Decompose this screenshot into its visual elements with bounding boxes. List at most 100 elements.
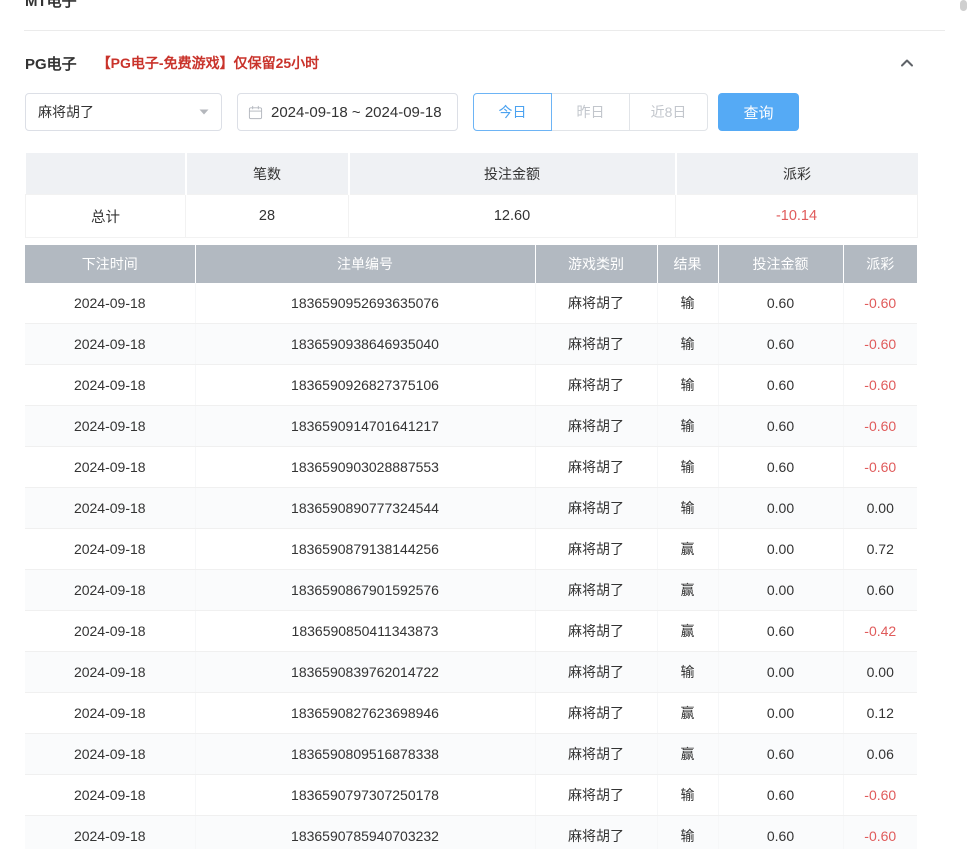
column-header-payout: 派彩 bbox=[843, 245, 917, 283]
bet-amount-cell: 0.60 bbox=[718, 775, 843, 816]
result-cell: 赢 bbox=[657, 570, 718, 611]
calendar-icon bbox=[248, 105, 263, 120]
section-notice: 【PG电子-免费游戏】仅保留25小时 bbox=[97, 53, 319, 73]
summary-payout-value: -10.14 bbox=[676, 195, 918, 238]
section-divider bbox=[24, 30, 945, 31]
bet-amount-cell: 0.00 bbox=[718, 652, 843, 693]
bet-time-cell: 2024-09-18 bbox=[25, 693, 195, 734]
order-id-cell: 1836590797307250178 bbox=[195, 775, 535, 816]
quick-filter-yesterday-button[interactable]: 昨日 bbox=[551, 93, 630, 131]
summary-header-bet-amount: 投注金额 bbox=[349, 153, 676, 195]
order-id-cell: 1836590914701641217 bbox=[195, 406, 535, 447]
collapse-section-button[interactable] bbox=[897, 53, 917, 73]
order-id-cell: 1836590938646935040 bbox=[195, 324, 535, 365]
bet-time-cell: 2024-09-18 bbox=[25, 324, 195, 365]
bet-time-cell: 2024-09-18 bbox=[25, 488, 195, 529]
bet-amount-cell: 0.60 bbox=[718, 611, 843, 652]
summary-header-count: 笔数 bbox=[186, 153, 349, 195]
bet-amount-cell: 0.60 bbox=[718, 816, 843, 849]
table-row: 2024-09-181836590867901592576麻将胡了赢0.000.… bbox=[25, 570, 917, 611]
bet-amount-cell: 0.60 bbox=[718, 324, 843, 365]
table-row: 2024-09-181836590879138144256麻将胡了赢0.000.… bbox=[25, 529, 917, 570]
column-header-game-type: 游戏类别 bbox=[535, 245, 657, 283]
summary-table: 笔数 投注金额 派彩 总计 28 12.60 -10.14 bbox=[25, 153, 918, 238]
result-cell: 赢 bbox=[657, 693, 718, 734]
order-id-cell: 1836590867901592576 bbox=[195, 570, 535, 611]
table-row: 2024-09-181836590797307250178麻将胡了输0.60-0… bbox=[25, 775, 917, 816]
summary-total-row: 总计 28 12.60 -10.14 bbox=[26, 195, 918, 238]
payout-cell: -0.60 bbox=[843, 775, 917, 816]
result-cell: 赢 bbox=[657, 611, 718, 652]
bet-amount-cell: 0.00 bbox=[718, 529, 843, 570]
payout-cell: 0.72 bbox=[843, 529, 917, 570]
game-type-cell: 麻将胡了 bbox=[535, 283, 657, 324]
bet-records-table: 下注时间注单编号游戏类别结果投注金额派彩 2024-09-18183659095… bbox=[25, 245, 917, 849]
payout-cell: 0.00 bbox=[843, 488, 917, 529]
date-range-value: 2024-09-18 ~ 2024-09-18 bbox=[271, 104, 442, 121]
payout-cell: 0.60 bbox=[843, 570, 917, 611]
game-type-cell: 麻将胡了 bbox=[535, 488, 657, 529]
search-button[interactable]: 查询 bbox=[718, 93, 799, 131]
pg-section-header: PG电子 【PG电子-免费游戏】仅保留25小时 bbox=[25, 50, 917, 76]
order-id-cell: 1836590879138144256 bbox=[195, 529, 535, 570]
result-cell: 输 bbox=[657, 324, 718, 365]
result-cell: 输 bbox=[657, 283, 718, 324]
date-range-input[interactable]: 2024-09-18 ~ 2024-09-18 bbox=[237, 93, 458, 131]
payout-cell: -0.60 bbox=[843, 324, 917, 365]
payout-cell: 0.00 bbox=[843, 652, 917, 693]
summary-header-row: 笔数 投注金额 派彩 bbox=[26, 153, 918, 195]
order-id-cell: 1836590839762014722 bbox=[195, 652, 535, 693]
summary-total-label: 总计 bbox=[26, 195, 186, 238]
result-cell: 赢 bbox=[657, 529, 718, 570]
game-type-cell: 麻将胡了 bbox=[535, 447, 657, 488]
column-header-result: 结果 bbox=[657, 245, 718, 283]
bet-time-cell: 2024-09-18 bbox=[25, 365, 195, 406]
table-row: 2024-09-181836590809516878338麻将胡了赢0.600.… bbox=[25, 734, 917, 775]
summary-header-payout: 派彩 bbox=[676, 153, 918, 195]
payout-cell: -0.60 bbox=[843, 365, 917, 406]
game-type-cell: 麻将胡了 bbox=[535, 324, 657, 365]
payout-cell: -0.60 bbox=[843, 816, 917, 849]
payout-cell: 0.06 bbox=[843, 734, 917, 775]
result-cell: 赢 bbox=[657, 734, 718, 775]
game-select[interactable]: 麻将胡了 bbox=[25, 93, 222, 131]
bet-time-cell: 2024-09-18 bbox=[25, 734, 195, 775]
table-row: 2024-09-181836590926827375106麻将胡了输0.60-0… bbox=[25, 365, 917, 406]
quick-filter-today-button[interactable]: 今日 bbox=[473, 93, 552, 131]
chevron-down-icon bbox=[199, 109, 209, 115]
order-id-cell: 1836590890777324544 bbox=[195, 488, 535, 529]
result-cell: 输 bbox=[657, 816, 718, 849]
order-id-cell: 1836590785940703232 bbox=[195, 816, 535, 849]
scrollbar-thumb[interactable] bbox=[960, 0, 967, 11]
payout-cell: -0.60 bbox=[843, 447, 917, 488]
bet-amount-cell: 0.60 bbox=[718, 734, 843, 775]
game-type-cell: 麻将胡了 bbox=[535, 406, 657, 447]
result-cell: 输 bbox=[657, 488, 718, 529]
table-row: 2024-09-181836590850411343873麻将胡了赢0.60-0… bbox=[25, 611, 917, 652]
game-type-cell: 麻将胡了 bbox=[535, 652, 657, 693]
order-id-cell: 1836590850411343873 bbox=[195, 611, 535, 652]
bet-time-cell: 2024-09-18 bbox=[25, 775, 195, 816]
table-row: 2024-09-181836590914701641217麻将胡了输0.60-0… bbox=[25, 406, 917, 447]
payout-cell: -0.60 bbox=[843, 283, 917, 324]
table-row: 2024-09-181836590890777324544麻将胡了输0.000.… bbox=[25, 488, 917, 529]
result-cell: 输 bbox=[657, 406, 718, 447]
order-id-cell: 1836590926827375106 bbox=[195, 365, 535, 406]
previous-section-title: MT电子 bbox=[25, 0, 77, 11]
bet-time-cell: 2024-09-18 bbox=[25, 529, 195, 570]
payout-cell: -0.60 bbox=[843, 406, 917, 447]
quick-filter-last8days-button[interactable]: 近8日 bbox=[629, 93, 708, 131]
summary-bet-amount-value: 12.60 bbox=[349, 195, 676, 238]
filter-bar: 麻将胡了 2024-09-18 ~ 2024-09-18 今日 昨日 近8日 查… bbox=[25, 93, 917, 131]
payout-cell: 0.12 bbox=[843, 693, 917, 734]
chevron-up-icon bbox=[899, 55, 915, 71]
game-type-cell: 麻将胡了 bbox=[535, 365, 657, 406]
order-id-cell: 1836590827623698946 bbox=[195, 693, 535, 734]
section-title: PG电子 bbox=[25, 53, 77, 74]
game-type-cell: 麻将胡了 bbox=[535, 693, 657, 734]
table-row: 2024-09-181836590952693635076麻将胡了输0.60-0… bbox=[25, 283, 917, 324]
bet-time-cell: 2024-09-18 bbox=[25, 816, 195, 849]
bet-time-cell: 2024-09-18 bbox=[25, 447, 195, 488]
game-type-cell: 麻将胡了 bbox=[535, 734, 657, 775]
game-type-cell: 麻将胡了 bbox=[535, 775, 657, 816]
